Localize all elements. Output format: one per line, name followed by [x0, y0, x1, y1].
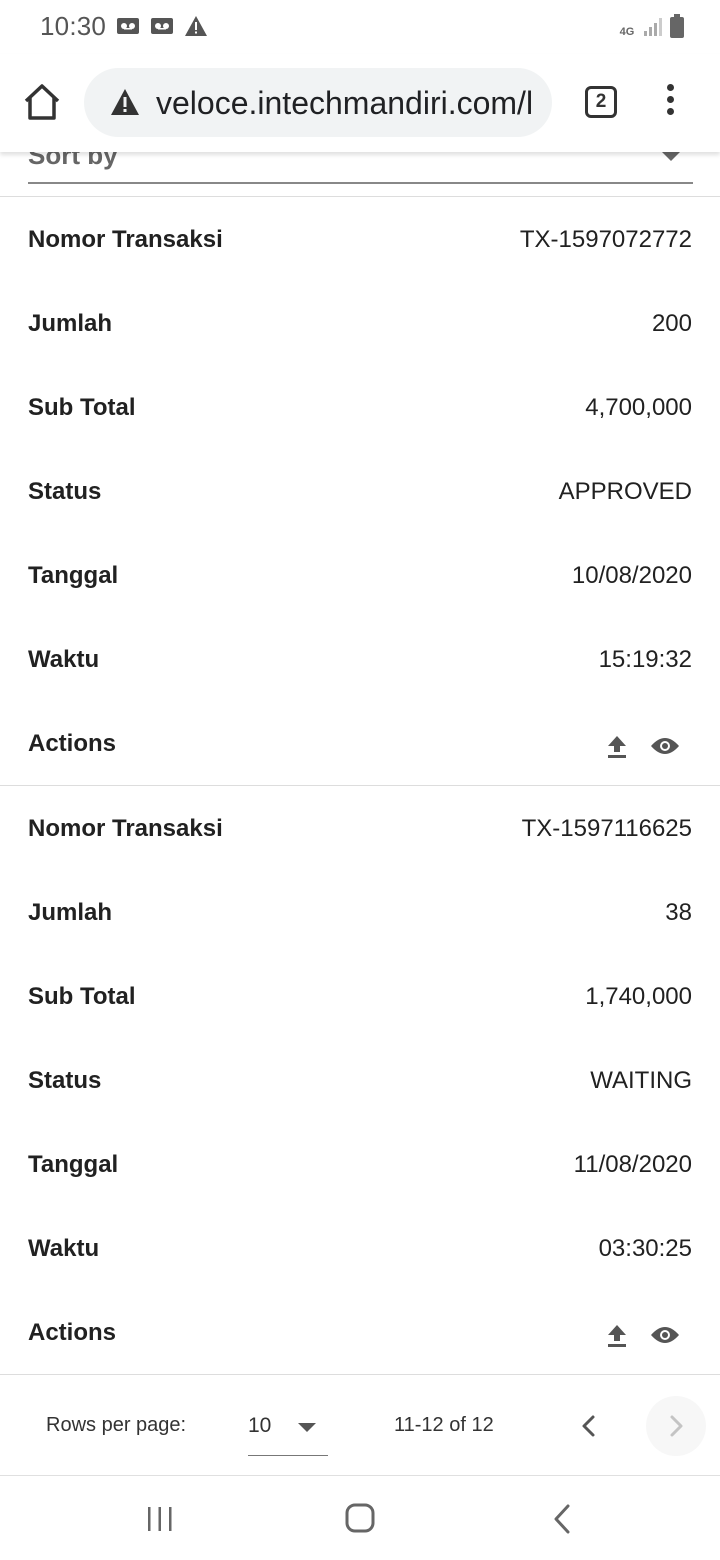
notification-icons	[116, 15, 208, 37]
status-time: 10:30	[40, 11, 107, 41]
field-label: Status	[28, 1067, 102, 1094]
system-icons: 4G	[618, 14, 684, 38]
url-text[interactable]: veloce.intechmandiri.com/l	[156, 85, 546, 122]
chevron-down-icon	[662, 152, 680, 161]
date-value: 10/08/2020	[571, 562, 692, 589]
caret-down-icon	[298, 1423, 316, 1432]
table-row: Status WAITING	[0, 1039, 720, 1123]
upload-icon[interactable]	[606, 734, 628, 758]
table-row: Tanggal 10/08/2020	[0, 534, 720, 618]
home-nav-icon[interactable]	[345, 1503, 375, 1533]
home-icon[interactable]	[22, 82, 62, 122]
system-nav-bar	[0, 1478, 720, 1560]
field-label: Waktu	[28, 1235, 100, 1262]
field-label: Sub Total	[28, 394, 136, 421]
time-value: 15:19:32	[598, 646, 692, 673]
rows-per-page-label: Rows per page:	[46, 1414, 187, 1436]
table-row: Waktu 15:19:32	[0, 618, 720, 702]
field-label: Nomor Transaksi	[28, 226, 223, 253]
transaction-number: TX-1597116625	[521, 815, 692, 842]
field-label: Sub Total	[28, 983, 136, 1010]
quantity-value: 200	[651, 310, 692, 337]
date-value: 11/08/2020	[573, 1151, 692, 1178]
signal-icon	[644, 18, 662, 36]
field-label: Jumlah	[28, 310, 113, 337]
table-row: Sub Total 4,700,000	[0, 366, 720, 450]
table-row: Sub Total 1,740,000	[0, 955, 720, 1039]
browser-toolbar: veloce.intechmandiri.com/l 2	[0, 54, 720, 152]
sort-label: Sort by	[28, 152, 118, 170]
eye-icon[interactable]	[650, 736, 680, 756]
table-row: Nomor Transaksi TX-1597072772	[0, 198, 720, 282]
table-row: Status APPROVED	[0, 450, 720, 534]
address-bar[interactable]: veloce.intechmandiri.com/l	[84, 68, 552, 137]
status-value: APPROVED	[558, 478, 692, 505]
battery-icon	[670, 14, 684, 38]
eye-icon[interactable]	[650, 1325, 680, 1345]
rows-per-page-value[interactable]: 10	[248, 1414, 271, 1438]
field-label: Tanggal	[28, 1151, 119, 1178]
field-label: Status	[28, 478, 102, 505]
warning-icon[interactable]	[110, 88, 140, 116]
divider	[0, 196, 720, 197]
actions-label: Actions	[28, 730, 117, 757]
table-row: Tanggal 11/08/2020	[0, 1123, 720, 1207]
actions-label: Actions	[28, 1319, 117, 1346]
subtotal-value: 1,740,000	[585, 983, 692, 1010]
upload-icon[interactable]	[606, 1323, 628, 1347]
actions-row: Actions	[0, 702, 720, 786]
field-label: Waktu	[28, 646, 100, 673]
pagination: Rows per page: 10 11-12 of 12	[0, 1376, 720, 1476]
time-value: 03:30:25	[598, 1235, 692, 1262]
actions-row: Actions	[0, 1291, 720, 1375]
network-type-label: 4G	[619, 26, 635, 38]
voicemail-icon	[117, 18, 139, 34]
sort-underline	[28, 182, 693, 184]
chevron-left-icon[interactable]	[566, 1403, 612, 1449]
more-vert-icon[interactable]	[662, 84, 678, 120]
table-row: Nomor Transaksi TX-1597116625	[0, 787, 720, 871]
back-icon[interactable]	[552, 1504, 572, 1534]
quantity-value: 38	[665, 899, 692, 926]
transaction-number: TX-1597072772	[519, 226, 692, 253]
page-range: 11-12 of 12	[394, 1414, 494, 1436]
recents-icon[interactable]	[146, 1506, 174, 1532]
table-row: Jumlah 38	[0, 871, 720, 955]
transaction-card: Nomor Transaksi TX-1597072772 Jumlah 200…	[0, 198, 720, 786]
field-label: Jumlah	[28, 899, 113, 926]
chevron-right-icon[interactable]	[646, 1396, 706, 1456]
table-row: Jumlah 200	[0, 282, 720, 366]
transaction-card: Nomor Transaksi TX-1597116625 Jumlah 38 …	[0, 787, 720, 1375]
table-row: Waktu 03:30:25	[0, 1207, 720, 1291]
voicemail-icon	[151, 18, 173, 34]
sort-select[interactable]: Sort by	[0, 152, 720, 198]
status-bar: 10:30 4G	[0, 0, 720, 54]
subtotal-value: 4,700,000	[585, 394, 692, 421]
rows-per-page-select[interactable]: 10	[248, 1406, 328, 1456]
field-label: Nomor Transaksi	[28, 815, 223, 842]
status-value: WAITING	[590, 1067, 692, 1094]
tab-switcher-button[interactable]: 2	[585, 86, 617, 118]
field-label: Tanggal	[28, 562, 119, 589]
alert-icon	[185, 16, 207, 36]
